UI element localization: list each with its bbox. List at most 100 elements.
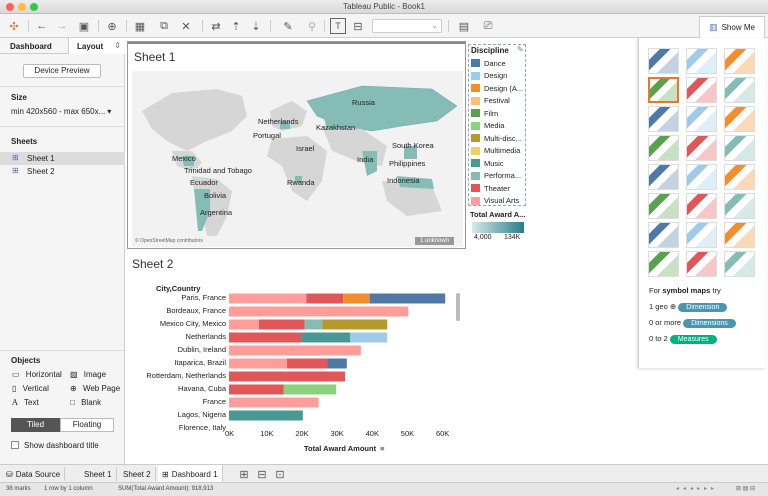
bar-segment[interactable]: [229, 293, 307, 304]
legend-item[interactable]: Multimedia: [471, 145, 527, 158]
new-story-icon[interactable]: ⊡: [272, 466, 288, 482]
bar-segment[interactable]: [229, 332, 302, 343]
bar-segment[interactable]: [229, 345, 361, 356]
object-blank[interactable]: □ Blank: [70, 398, 101, 407]
legend-item[interactable]: Dance: [471, 57, 527, 70]
forward-arrow-icon[interactable]: →: [54, 18, 70, 34]
save-icon[interactable]: ▣: [76, 18, 92, 34]
bar-segment[interactable]: [229, 371, 346, 382]
bar-segment[interactable]: [304, 319, 323, 330]
legend-item[interactable]: Festival: [471, 95, 527, 108]
chart-type-thumbnail[interactable]: [724, 135, 755, 161]
chart-type-thumbnail[interactable]: [686, 135, 717, 161]
bar-segment[interactable]: [229, 358, 288, 369]
sheet-item-2[interactable]: ⊞ Sheet 2: [0, 165, 125, 178]
show-title-checkbox[interactable]: [11, 441, 19, 449]
chart-type-thumbnail[interactable]: [724, 77, 755, 103]
chart-type-thumbnail[interactable]: [648, 193, 679, 219]
world-map[interactable]: Russia Netherlands Portugal Kazakhstan I…: [132, 71, 463, 247]
show-cards-icon[interactable]: ▤: [456, 18, 472, 34]
tiled-toggle[interactable]: Tiled: [11, 418, 60, 432]
chart-type-thumbnail[interactable]: [648, 164, 679, 190]
tab-sheet-1[interactable]: Sheet 1: [80, 467, 117, 481]
bar-segment[interactable]: [229, 306, 409, 317]
legend-item[interactable]: Performa...: [471, 170, 527, 183]
presentation-mode-icon[interactable]: ⎚: [480, 18, 496, 34]
legend-item[interactable]: Music: [471, 157, 527, 170]
chart-type-thumbnail[interactable]: [686, 106, 717, 132]
bar-segment[interactable]: [327, 358, 347, 369]
chart-type-thumbnail[interactable]: [724, 164, 755, 190]
chart-type-thumbnail[interactable]: [648, 135, 679, 161]
discipline-legend[interactable]: Discipline ✎ Dance Design Design (A... Fest…: [468, 44, 526, 206]
bar-segment[interactable]: [287, 358, 328, 369]
chart-type-thumbnail[interactable]: [648, 251, 679, 277]
bar-segment[interactable]: [229, 397, 319, 408]
object-vertical[interactable]: ▯ Vertical: [12, 384, 49, 393]
size-dropdown[interactable]: min 420x560 - max 650x... ▾: [11, 107, 116, 116]
sort-descending-icon[interactable]: ⇣: [248, 18, 264, 34]
chart-type-thumbnail[interactable]: [724, 193, 755, 219]
tab-data-source[interactable]: ⛁ Data Source: [2, 467, 66, 481]
legend-item[interactable]: Film: [471, 107, 527, 120]
tab-dashboard-1[interactable]: ⊞ Dashboard 1: [158, 465, 223, 483]
group-icon[interactable]: ⚲: [304, 18, 320, 34]
bar-segment[interactable]: [301, 332, 351, 343]
chart-type-thumbnail[interactable]: [648, 222, 679, 248]
chart-type-thumbnail[interactable]: [648, 48, 679, 74]
chart-type-thumbnail[interactable]: [686, 77, 717, 103]
legend-item[interactable]: Media: [471, 120, 527, 133]
bar-segment[interactable]: [229, 319, 259, 330]
legend-item[interactable]: Visual Arts: [471, 195, 527, 208]
bar-segment[interactable]: [322, 319, 388, 330]
floating-toggle[interactable]: Floating: [60, 418, 114, 432]
bar-segment[interactable]: [350, 332, 388, 343]
sheet1-zone[interactable]: Sheet 1 Russia Netherlands Portugal Kaza…: [127, 41, 466, 249]
back-arrow-icon[interactable]: ←: [34, 18, 50, 34]
fix-axes-icon[interactable]: ⊟: [350, 18, 366, 34]
legend-item[interactable]: Design (A...: [471, 82, 527, 95]
bar-segment[interactable]: [283, 384, 337, 395]
object-web-page[interactable]: ⊕ Web Page: [70, 384, 120, 393]
chart-scrollbar[interactable]: [456, 293, 460, 321]
chart-type-thumbnail[interactable]: [686, 193, 717, 219]
chart-type-thumbnail[interactable]: [724, 251, 755, 277]
unknown-indicator[interactable]: 1 unknown: [415, 237, 455, 245]
swap-rows-columns-icon[interactable]: ⇄: [208, 18, 224, 34]
tab-sheet-2[interactable]: Sheet 2: [119, 467, 156, 481]
duplicate-icon[interactable]: ⧉: [156, 18, 172, 34]
device-preview-button[interactable]: Device Preview: [23, 64, 101, 78]
chart-type-thumbnail[interactable]: [686, 164, 717, 190]
new-worksheet-icon[interactable]: ▦: [132, 18, 148, 34]
new-sheet-icon[interactable]: ⊞: [236, 466, 252, 482]
object-image[interactable]: ▨ Image: [70, 370, 106, 379]
legend-item[interactable]: Design: [471, 70, 527, 83]
bar-segment[interactable]: [369, 293, 446, 304]
sort-ascending-icon[interactable]: ⇡: [228, 18, 244, 34]
bar-chart[interactable]: [229, 292, 459, 422]
chart-type-thumbnail[interactable]: [686, 48, 717, 74]
chart-type-thumbnail[interactable]: [648, 77, 679, 103]
object-text[interactable]: A Text: [12, 398, 39, 407]
sheet-nav-arrows[interactable]: ◂◂◂▸▸▸: [676, 485, 718, 492]
fit-dropdown[interactable]: ⌄: [372, 19, 442, 33]
new-datasource-icon[interactable]: ⊕: [104, 18, 120, 34]
tab-dashboard[interactable]: Dashboard: [10, 42, 52, 51]
show-labels-icon[interactable]: T: [330, 18, 346, 34]
chart-type-thumbnail[interactable]: [686, 251, 717, 277]
new-dashboard-icon[interactable]: ⊟: [254, 466, 270, 482]
object-horizontal[interactable]: ▭ Horizontal: [12, 370, 62, 379]
chart-type-thumbnail[interactable]: [724, 48, 755, 74]
highlight-icon[interactable]: ✎: [280, 18, 296, 34]
bar-segment[interactable]: [258, 319, 305, 330]
bar-segment[interactable]: [306, 293, 344, 304]
bar-segment[interactable]: [229, 410, 303, 421]
sheet-item-1[interactable]: ⊞ Sheet 1: [0, 152, 125, 165]
bar-segment[interactable]: [229, 384, 284, 395]
view-mode-icons[interactable]: ⊞ ▤ ⊟: [736, 485, 755, 492]
chart-type-thumbnail[interactable]: [648, 106, 679, 132]
clear-sheet-icon[interactable]: ✕: [178, 18, 194, 34]
legend-item[interactable]: Multi-disc...: [471, 132, 527, 145]
legend-edit-icon[interactable]: ✎: [517, 45, 524, 54]
chart-type-thumbnail[interactable]: [686, 222, 717, 248]
